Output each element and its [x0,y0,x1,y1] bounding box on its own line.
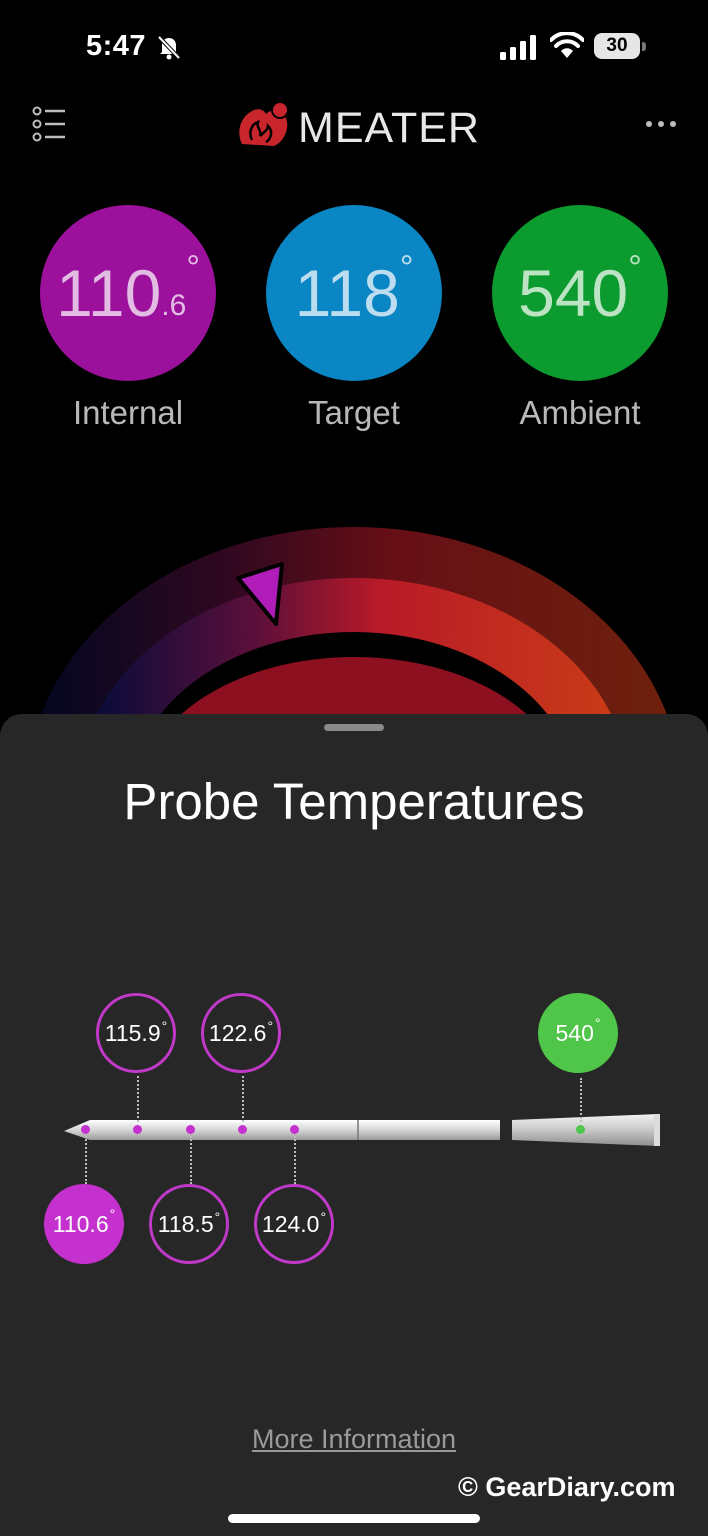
battery-icon: 30 [594,33,648,61]
sensor-dot-4 [238,1125,247,1134]
sensor-bubble-3[interactable]: 118.5 ° [149,1184,229,1264]
ambient-sensor-value: 540 [555,1019,594,1046]
target-temp-degree: ° [399,249,414,287]
ambient-temp-circle[interactable]: 540 ° [492,205,668,381]
wifi-icon [550,32,584,58]
sensor-dot-tip [81,1125,90,1134]
status-time: 5:47 [86,30,147,62]
degree-symbol: ° [214,1209,221,1225]
sensor-dot-3 [186,1125,195,1134]
cook-progress-gauge [0,520,708,720]
sensor-bubble-2[interactable]: 115.9 ° [96,993,176,1073]
brand-name: MEATER [298,104,480,152]
internal-temp-value: 110 [56,256,162,330]
ambient-temp-degree: ° [628,249,642,287]
degree-symbol: ° [267,1018,274,1034]
tip-sensor-bubble[interactable]: 110.6 ° [44,1184,124,1264]
meater-logo [239,101,289,146]
degree-symbol: ° [161,1018,168,1034]
sensor-dot-ambient [576,1125,585,1134]
sensor-5-value: 124.0 [261,1210,320,1237]
sheet-title: Probe Temperatures [123,773,585,830]
sensor-bubble-5[interactable]: 124.0 ° [254,1184,334,1264]
internal-temp-circle[interactable]: 110.6 ° [40,205,216,381]
more-information-link[interactable]: More Information [0,1424,708,1455]
degree-symbol: ° [320,1209,327,1225]
internal-label: Internal [72,394,184,431]
leader-line [137,1076,139,1122]
more-icon[interactable] [644,118,678,130]
leader-line [294,1136,296,1184]
leader-line [580,1078,582,1122]
leader-line [242,1076,244,1122]
ambient-temp-value: 540 [518,256,629,330]
internal-temp-fraction: .6 [161,289,187,322]
sheet-drag-handle[interactable] [324,724,384,731]
target-temp-value: 118 [294,256,400,330]
battery-level: 30 [594,33,640,59]
sensor-bubble-4[interactable]: 122.6 ° [201,993,281,1073]
menu-list-icon[interactable] [32,106,66,142]
watermark: © GearDiary.com [458,1472,676,1502]
degree-symbol: ° [109,1206,116,1222]
internal-temp-degree: ° [186,249,200,287]
bell-slash-icon [157,35,181,60]
sensor-3-value: 118.5 [157,1210,214,1237]
target-temp-circle[interactable]: 118 ° [266,205,442,381]
ambient-sensor-bubble[interactable]: 540 ° [538,993,618,1073]
leader-line [85,1136,87,1184]
degree-symbol: ° [594,1015,601,1031]
tip-sensor-value: 110.6 [52,1210,109,1237]
sensor-dot-2 [133,1125,142,1134]
leader-line [190,1136,192,1184]
ambient-label: Ambient [519,394,641,431]
sensor-4-value: 122.6 [208,1019,267,1046]
sensor-dot-5 [290,1125,299,1134]
signal-icon [500,35,536,60]
sensor-2-value: 115.9 [104,1019,161,1046]
home-indicator[interactable] [228,1514,480,1523]
target-label: Target [308,394,400,431]
